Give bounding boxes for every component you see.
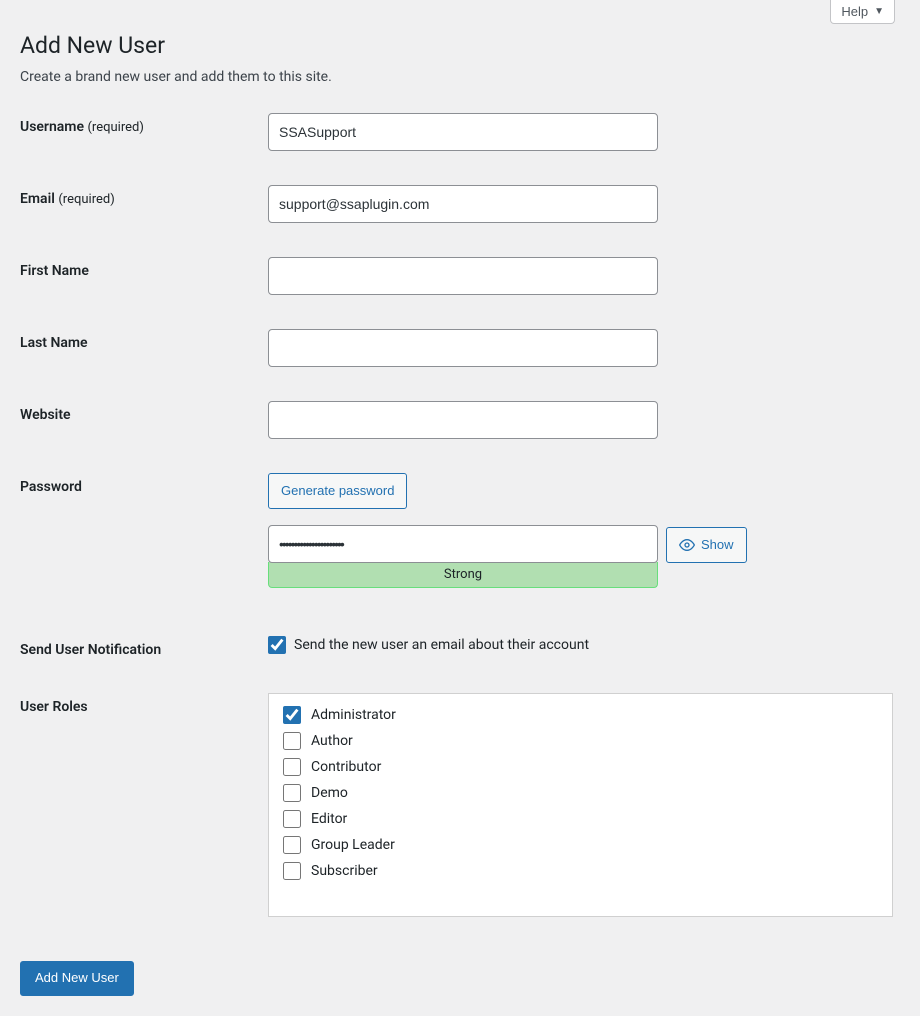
username-input[interactable] (268, 113, 658, 151)
show-password-button[interactable]: Show (666, 527, 747, 563)
help-label: Help (841, 4, 868, 19)
chevron-down-icon: ▼ (874, 6, 884, 17)
role-checkbox[interactable] (283, 732, 301, 750)
add-new-user-button[interactable]: Add New User (20, 961, 134, 996)
email-label: Email (required) (20, 185, 268, 207)
role-checkbox[interactable] (283, 810, 301, 828)
role-name: Subscriber (311, 863, 378, 879)
password-label: Password (20, 473, 268, 495)
role-name: Group Leader (311, 837, 395, 853)
eye-icon (679, 537, 695, 553)
send-notification-checkbox[interactable] (268, 636, 286, 654)
help-button[interactable]: Help ▼ (830, 0, 895, 24)
first-name-label: First Name (20, 257, 268, 279)
role-checkbox[interactable] (283, 862, 301, 880)
password-input[interactable] (268, 525, 658, 563)
role-name: Administrator (311, 707, 396, 723)
last-name-label: Last Name (20, 329, 268, 351)
role-name: Editor (311, 811, 347, 827)
role-name: Demo (311, 785, 348, 801)
user-roles-label: User Roles (20, 693, 268, 715)
website-label: Website (20, 401, 268, 423)
role-name: Contributor (311, 759, 381, 775)
send-notification-checkbox-wrapper[interactable]: Send the new user an email about their a… (268, 636, 900, 654)
send-notification-label: Send User Notification (20, 636, 268, 658)
role-checkbox[interactable] (283, 706, 301, 724)
send-notification-text: Send the new user an email about their a… (294, 637, 589, 653)
role-item[interactable]: Demo (283, 780, 878, 806)
role-item[interactable]: Editor (283, 806, 878, 832)
role-name: Author (311, 733, 353, 749)
page-subtitle: Create a brand new user and add them to … (20, 69, 900, 85)
role-checkbox[interactable] (283, 784, 301, 802)
role-item[interactable]: Author (283, 728, 878, 754)
password-strength-indicator: Strong (268, 562, 658, 588)
page-title: Add New User (20, 32, 900, 59)
role-item[interactable]: Administrator (283, 702, 878, 728)
role-item[interactable]: Contributor (283, 754, 878, 780)
user-roles-list[interactable]: Administrator Author Contributor Demo Editor… (268, 693, 893, 917)
website-input[interactable] (268, 401, 658, 439)
generate-password-button[interactable]: Generate password (268, 473, 407, 509)
username-label: Username (required) (20, 113, 268, 135)
first-name-input[interactable] (268, 257, 658, 295)
role-checkbox[interactable] (283, 836, 301, 854)
last-name-input[interactable] (268, 329, 658, 367)
role-item[interactable]: Group Leader (283, 832, 878, 858)
role-checkbox[interactable] (283, 758, 301, 776)
role-item[interactable]: Subscriber (283, 858, 878, 884)
email-input[interactable] (268, 185, 658, 223)
